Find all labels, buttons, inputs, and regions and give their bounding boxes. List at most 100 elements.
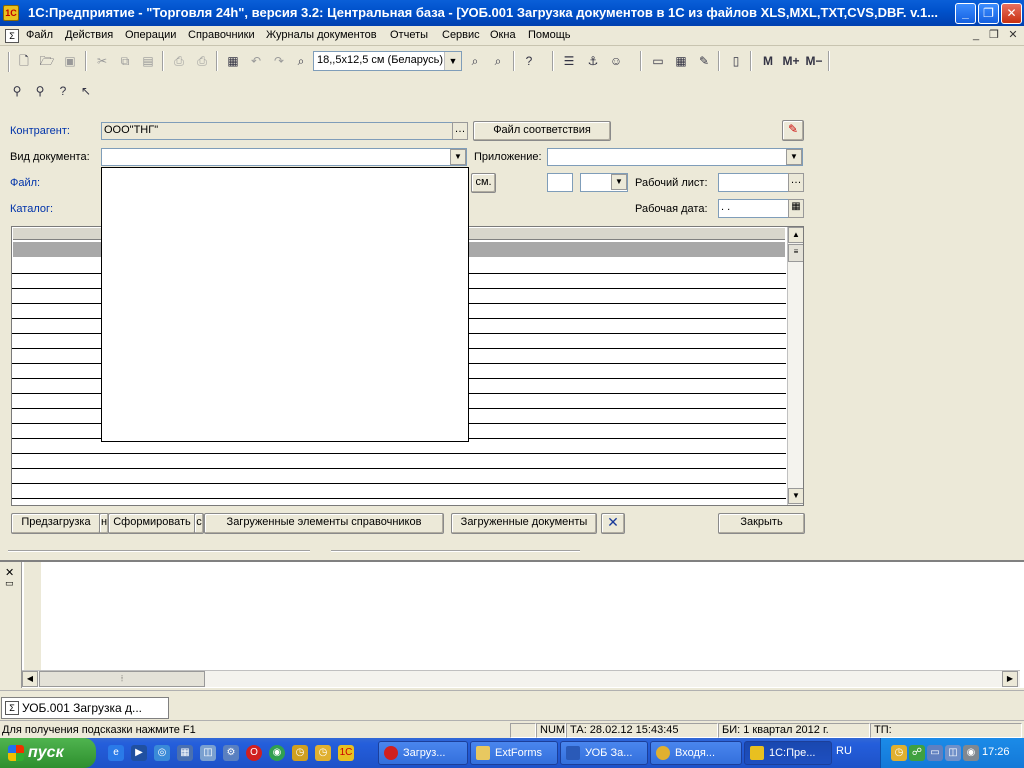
calendar-icon[interactable]: ▦ (224, 52, 242, 70)
worksheet-field[interactable] (718, 173, 790, 192)
loaded-documents-button[interactable]: Загруженные документы (451, 513, 597, 534)
ie-icon[interactable]: e (108, 745, 124, 761)
menu-actions[interactable]: Действия (65, 28, 113, 42)
memory-plus-button[interactable]: M+ (780, 52, 802, 70)
sheet-number-field[interactable] (547, 173, 573, 192)
counterparty-field[interactable]: ООО"ТНГ" (101, 122, 453, 140)
tray-clock-icon[interactable]: ◷ (891, 745, 907, 761)
users-icon[interactable]: ☺ (607, 52, 625, 70)
loaded-references-button[interactable]: Загруженные элементы справочников (204, 513, 444, 534)
chrome-icon[interactable]: ◉ (269, 745, 285, 761)
menu-help[interactable]: Помощь (528, 28, 571, 42)
preload-button[interactable]: Предзагрузка (11, 513, 101, 534)
memory-button[interactable]: M (759, 52, 777, 70)
journal-icon[interactable]: ☰ (560, 52, 578, 70)
scroll-left-icon[interactable]: ◀ (22, 671, 38, 687)
print-icon[interactable]: ⎙ (170, 52, 188, 70)
chevron-down-icon[interactable]: ▼ (444, 52, 461, 70)
menu-file[interactable]: Файл (26, 28, 53, 42)
menu-operations[interactable]: Операции (125, 28, 176, 42)
debug-step-icon[interactable]: ⚲ (31, 82, 49, 100)
scroll-down-icon[interactable]: ▼ (788, 488, 803, 504)
copy-icon[interactable]: ⧉ (116, 52, 134, 70)
minimize-button[interactable]: _ (955, 3, 976, 24)
help-box-icon[interactable]: ? (54, 82, 72, 100)
scroll-up-icon[interactable]: ▲ (788, 227, 803, 243)
app-1c-icon[interactable]: 1С (338, 745, 354, 761)
quicklaunch-icon[interactable]: ◫ (200, 745, 216, 761)
close-button[interactable]: Закрыть (718, 513, 805, 534)
edit-pencil-icon[interactable]: ✎ (782, 120, 804, 141)
debug-icon[interactable]: ⚲ (8, 82, 26, 100)
tray-monitor-icon[interactable]: ▭ (927, 745, 943, 761)
print-preview-icon[interactable]: ⎙ (193, 52, 211, 70)
redo-icon[interactable]: ↷ (270, 52, 288, 70)
table-row[interactable] (12, 453, 786, 454)
application-select[interactable] (547, 148, 803, 166)
table-row[interactable] (12, 468, 786, 469)
search-next-icon[interactable]: ⌕ (489, 52, 507, 70)
mapping-file-button[interactable]: Файл соответствия (473, 121, 611, 141)
document-window-icon[interactable]: Σ (5, 29, 19, 43)
cut-icon[interactable]: ✂ (93, 52, 111, 70)
tree-icon[interactable]: ⚓ (584, 52, 602, 70)
quicklaunch-icon[interactable]: ⚙ (223, 745, 239, 761)
scroll-thumb[interactable]: ⦙ (39, 671, 205, 687)
task-button-inbox[interactable]: Входя... (650, 741, 742, 765)
undo-icon[interactable]: ↶ (247, 52, 265, 70)
quicklaunch-icon[interactable]: ◎ (154, 745, 170, 761)
title-bar[interactable]: 1С 1С:Предприятие - "Торговля 24h", верс… (0, 0, 1024, 26)
doc-type-select[interactable] (101, 148, 467, 166)
search-icon[interactable]: ⌕ (466, 52, 484, 70)
quicklaunch-icon[interactable]: ◷ (315, 745, 331, 761)
save-icon[interactable]: ▣ (61, 52, 79, 70)
task-button-1c[interactable]: 1С:Пре... (744, 741, 832, 765)
menu-document-journals[interactable]: Журналы документов (266, 28, 377, 42)
scroll-right-icon[interactable]: ▶ (1002, 671, 1018, 687)
task-button-word[interactable]: УОБ За... (560, 741, 648, 765)
calendar-grid-icon[interactable]: ▦ (672, 52, 690, 70)
chevron-down-icon[interactable]: ▼ (450, 149, 466, 165)
message-horizontal-scrollbar[interactable]: ◀ ⦙ ▶ (22, 670, 1020, 687)
message-panel[interactable]: ✕ ▭ ◀ ⦙ ▶ (0, 560, 1024, 688)
start-button[interactable]: пуск (0, 738, 96, 768)
close-window-button[interactable]: ✕ (1001, 3, 1022, 24)
more-icon[interactable]: … (788, 173, 804, 192)
doc-type-dropdown-list[interactable] (101, 167, 469, 442)
menu-windows[interactable]: Окна (490, 28, 516, 42)
window-tab-active[interactable]: Σ УОБ.001 Загрузка д... (1, 697, 169, 719)
quicklaunch-icon[interactable]: ◷ (292, 745, 308, 761)
clear-x-icon[interactable]: ✕ (601, 513, 625, 534)
menu-service[interactable]: Сервис (442, 28, 480, 42)
table-row[interactable] (12, 498, 786, 499)
child-minimize-icon[interactable]: _ (968, 29, 984, 43)
form-button[interactable]: Сформировать (108, 513, 196, 534)
menu-references[interactable]: Справочники (188, 28, 255, 42)
find-icon[interactable]: ⌕ (292, 52, 310, 70)
media-player-icon[interactable]: ▶ (131, 745, 147, 761)
calendar-icon[interactable]: ▦ (788, 199, 804, 218)
book-icon[interactable]: ▯ (727, 52, 745, 70)
more-icon[interactable]: … (452, 122, 468, 140)
new-document-icon[interactable]: 🗋 (15, 52, 33, 70)
see-button[interactable]: см. (471, 173, 496, 193)
chevron-down-icon[interactable]: ▼ (786, 149, 802, 165)
paste-icon[interactable]: ▤ (139, 52, 157, 70)
help-icon[interactable]: ? (520, 52, 538, 70)
work-date-field[interactable]: . . (718, 199, 790, 218)
memory-minus-button[interactable]: M− (803, 52, 825, 70)
panel-pin-icon[interactable]: ▭ (5, 578, 14, 589)
menu-reports[interactable]: Отчеты (390, 28, 428, 42)
task-button-opera[interactable]: Загруз... (378, 741, 468, 765)
calculator-icon[interactable]: ▭ (649, 52, 667, 70)
maximize-button[interactable]: ❐ (978, 3, 999, 24)
task-button-extforms[interactable]: ExtForms (470, 741, 558, 765)
chevron-down-icon[interactable]: ▼ (611, 174, 627, 190)
whats-this-icon[interactable]: ↖ (77, 82, 95, 100)
child-restore-icon[interactable]: ❐ (986, 29, 1002, 43)
paper-size-select[interactable]: 18,,5x12,5 см (Беларусь) (313, 51, 462, 71)
tray-device-icon[interactable]: ◉ (963, 745, 979, 761)
quicklaunch-icon[interactable]: ▦ (177, 745, 193, 761)
language-indicator[interactable]: RU (836, 745, 852, 757)
tray-volume-icon[interactable]: ◫ (945, 745, 961, 761)
